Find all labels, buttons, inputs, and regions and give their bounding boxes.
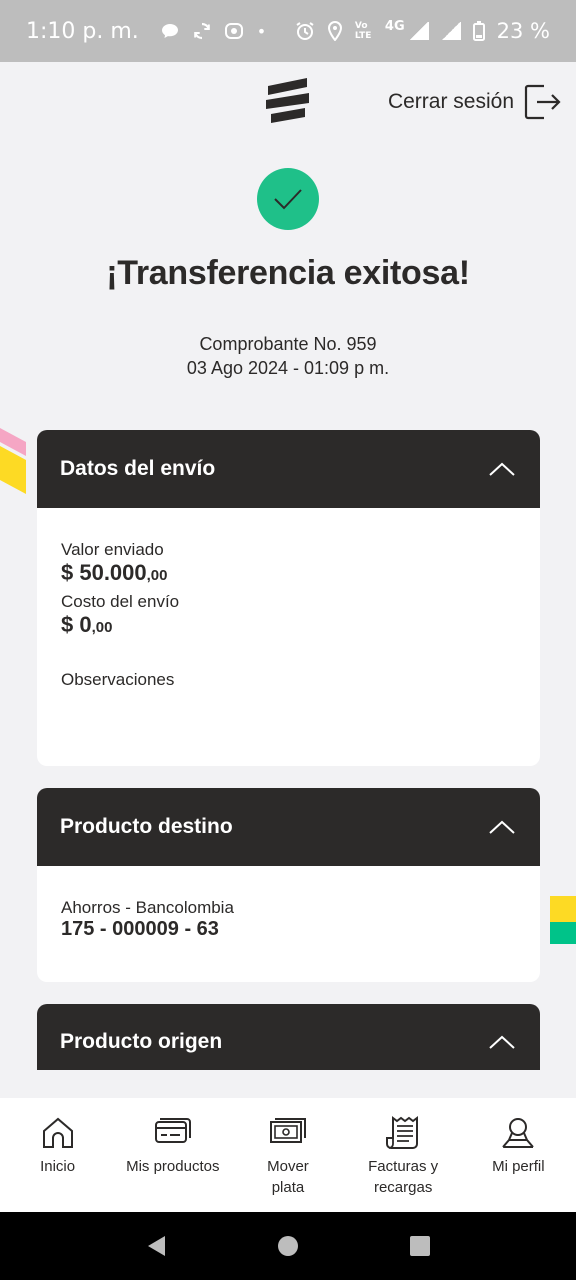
logout-button[interactable]: Cerrar sesión [388,84,562,120]
user-icon [502,1118,535,1148]
nav-item-mi-perfil[interactable]: Mi perfil [461,1098,576,1212]
app-header: Cerrar sesión [0,62,576,144]
origin-card: Producto origen [37,1004,540,1070]
nav-item-facturas[interactable]: Facturas y recargas [346,1098,461,1212]
cost-label: Costo del envío [61,592,180,611]
cards-icon [154,1118,191,1143]
send-data-title: Datos del envío [60,457,216,480]
signal-icon-2 [440,22,461,40]
nav-label: Facturas y recargas [368,1158,439,1196]
check-icon [274,189,302,210]
nav-label: Mover plata [267,1158,309,1196]
destination-title: Producto destino [60,815,233,838]
battery-percent: 23 % [496,19,550,43]
back-icon[interactable] [145,1234,167,1258]
battery-icon [472,21,485,41]
system-navigation-bar [0,1212,576,1280]
status-left-icons: • [161,22,266,41]
destination-account-number: 175 - 000009 - 63 [61,918,219,940]
network-label: 4G [384,18,405,34]
sent-value-label: Valor enviado [61,540,164,559]
chevron-up-icon [489,462,515,476]
decorative-stripe-right [550,896,576,944]
notes-label: Observaciones [61,670,175,689]
status-right-icons: Vo LTE 4G 23 % [295,19,550,43]
status-bar: 1:10 p. m. • Vo LTE 4G 23 % [0,0,576,62]
send-data-header[interactable]: Datos del envío [37,430,540,508]
bottom-navigation: Inicio Mis productos Mover plata Factura… [0,1098,576,1212]
nav-label: Inicio [40,1158,76,1175]
status-dot: • [256,21,267,41]
success-badge [257,168,319,230]
receipt-number: Comprobante No. 959 [199,334,377,354]
sync-icon [193,22,210,40]
home-icon [42,1117,73,1148]
destination-account-type: Ahorros - Bancolombia [61,898,234,917]
receipt-icon [386,1116,419,1149]
chevron-up-icon [489,1035,515,1049]
signal-icon [408,22,429,40]
cost-decimals: ,00 [91,619,113,636]
sent-value-integer: $ 50.000 [61,560,147,585]
sent-value-decimals: ,00 [146,567,168,584]
media-icon [224,23,243,39]
origin-title: Producto origen [60,1030,223,1053]
nav-label: Mis productos [126,1158,220,1175]
chat-icon [161,24,178,38]
logout-icon [524,84,561,120]
volte-label: Vo LTE [354,21,372,41]
logout-label: Cerrar sesión [387,90,514,113]
location-icon [327,21,342,41]
send-data-card: Datos del envío Valor enviado $ 50.000,0… [37,430,540,766]
chevron-up-icon [489,820,515,834]
nav-item-mis-productos[interactable]: Mis productos [115,1098,230,1212]
destination-card: Producto destino Ahorros - Bancolombia 1… [37,788,540,982]
cost-amount: $ 0,00 [61,612,516,638]
result-title: ¡Transferencia exitosa! [106,254,470,292]
recents-icon[interactable] [409,1235,431,1257]
destination-header[interactable]: Producto destino [37,788,540,866]
nav-item-mover-plata[interactable]: Mover plata [230,1098,345,1212]
sent-value-amount: $ 50.000,00 [61,560,516,586]
receipt-info: Comprobante No. 959 03 Ago 2024 - 01:09 … [0,332,576,380]
money-icon [269,1118,306,1143]
alarm-icon [296,22,314,40]
cost-integer: $ 0 [61,612,92,637]
status-time: 1:10 p. m. [26,18,139,44]
receipt-datetime: 03 Ago 2024 - 01:09 p m. [186,358,390,378]
nav-item-inicio[interactable]: Inicio [0,1098,115,1212]
nav-label: Mi perfil [492,1158,545,1175]
home-button-icon[interactable] [277,1235,299,1257]
bancolombia-logo-icon [266,78,309,123]
decorative-stripe-left [0,428,26,494]
origin-header[interactable]: Producto origen [37,1004,540,1070]
